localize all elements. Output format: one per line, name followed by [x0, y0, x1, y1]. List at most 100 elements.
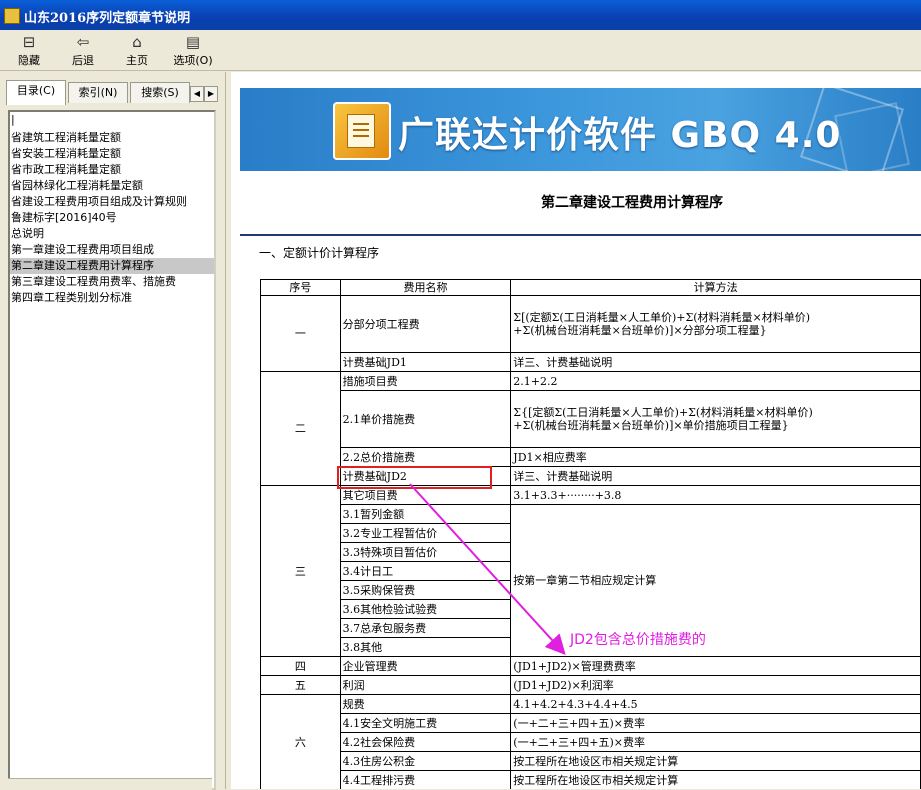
fee-name: 计费基础JD2	[339, 466, 512, 486]
table-row: 计费基础JD2 详三、计费基础说明	[261, 466, 921, 486]
hide-label: 隐藏	[18, 54, 40, 67]
hide-button[interactable]: ⊟ 隐藏	[4, 32, 54, 70]
window-title: 山东2016序列定额章节说明	[24, 11, 191, 26]
back-arrow-icon: ⇦	[76, 33, 90, 51]
annotation-text: JD2包含总价措施费的	[570, 632, 706, 648]
table-row: 2.1单价措施费 Σ{[定额Σ(工日消耗量×人工单价)+Σ(材料消耗量×材料单价…	[261, 390, 921, 448]
tab-contents[interactable]: 目录(C)	[6, 80, 66, 105]
table-row: 4.4工程排污费 按工程所在地设区市相关规定计算	[261, 770, 921, 789]
tab-index[interactable]: 索引(N)	[68, 82, 128, 103]
table-row: 六 规费 4.1+4.2+4.3+4.4+4.5	[260, 694, 921, 789]
options-button[interactable]: ▤ 选项(O)	[166, 32, 220, 70]
fee-name: 计费基础JD1	[339, 352, 512, 372]
toolbar: ⊟ 隐藏 ⇦ 后退 ⌂ 主页 ▤ 选项(O)	[0, 30, 921, 71]
calc-method: (JD1+JD2)×管理费费率	[510, 656, 921, 676]
column-header: 费用名称	[339, 279, 512, 296]
calc-method: (一+二+三+四+五)×费率	[510, 713, 921, 733]
column-header: 序号	[260, 279, 341, 296]
fee-name: 利润	[339, 675, 512, 695]
fee-name: 3.6其他检验试验费	[339, 599, 512, 619]
chapter-title: 第二章建设工程费用计算程序	[541, 195, 723, 211]
calc-method: 详三、计费基础说明	[510, 466, 921, 486]
section-heading: 一、定额计价计算程序	[259, 246, 380, 260]
fee-name: 企业管理费	[339, 656, 512, 676]
tab-scroll-right-icon[interactable]: ▶	[204, 86, 218, 102]
toc-item[interactable]: 第一章建设工程费用项目组成	[10, 242, 214, 258]
fee-name: 3.2专业工程暂估价	[339, 523, 512, 543]
calc-method: 按工程所在地设区市相关规定计算	[510, 770, 921, 789]
toc-item[interactable]: 第四章工程类别划分标准	[10, 290, 214, 306]
fee-name: 2.2总价措施费	[339, 447, 512, 467]
options-label: 选项(O)	[173, 54, 213, 67]
table-row: 计费基础JD1 详三、计费基础说明	[261, 352, 921, 372]
horizontal-scrollbar[interactable]	[8, 778, 212, 790]
toc-item-selected[interactable]: 第二章建设工程费用计算程序	[10, 258, 214, 274]
fee-name: 3.4计日工	[339, 561, 512, 581]
toc-item[interactable]: 省园林绿化工程消耗量定额	[10, 178, 214, 194]
table-row: 一 分部分项工程费 Σ[(定额Σ(工日消耗量×人工单价)+Σ(材料消耗量×材料单…	[260, 295, 921, 372]
row-number: 五	[260, 675, 341, 695]
toc-item[interactable]: 第三章建设工程费用费率、措施费	[10, 274, 214, 290]
calc-method: 3.1+3.3+········+3.8	[510, 485, 921, 505]
divider	[240, 234, 921, 236]
toc-item[interactable]: 鲁建标字[2016]40号	[10, 210, 214, 226]
toc-item[interactable]: 省市政工程消耗量定额	[10, 162, 214, 178]
table-row: 4.2社会保险费 (一+二+三+四+五)×费率	[261, 732, 921, 752]
home-label: 主页	[126, 54, 148, 67]
options-icon: ▤	[185, 33, 201, 51]
calc-method: (一+二+三+四+五)×费率	[510, 732, 921, 752]
tab-search[interactable]: 搜索(S)	[130, 82, 190, 103]
home-button[interactable]: ⌂ 主页	[112, 32, 162, 70]
fee-name: 其它项目费	[339, 485, 512, 505]
toc-item[interactable]: 总说明	[10, 226, 214, 242]
calc-method: 详三、计费基础说明	[510, 352, 921, 372]
fee-name: 4.1安全文明施工费	[339, 713, 512, 733]
fee-name: 4.3住房公积金	[339, 751, 512, 771]
calc-method-line: +Σ(机械台班消耗量×台班单价)]×单价措施项目工程量}	[513, 419, 789, 432]
row-number: 一	[260, 295, 341, 372]
banner-title: 广联达计价软件 GBQ 4.0	[398, 115, 842, 156]
calc-method: 按工程所在地设区市相关规定计算	[510, 751, 921, 771]
table-row: 2.2总价措施费 JD1×相应费率	[261, 447, 921, 467]
fee-name: 3.3特殊项目暂估价	[339, 542, 512, 562]
row-number: 二	[260, 371, 341, 486]
back-label: 后退	[72, 54, 94, 67]
toc-item[interactable]: 省安装工程消耗量定额	[10, 146, 214, 162]
calc-method-line: Σ[(定额Σ(工日消耗量×人工单价)+Σ(材料消耗量×材料单价)	[513, 311, 811, 324]
topic-content: 广联达计价软件 GBQ 4.0 第二章建设工程费用计算程序 一、定额计价计算程序…	[231, 72, 921, 789]
fee-name: 措施项目费	[339, 371, 512, 391]
fee-table: 序号 费用名称 计算方法 一 分部分项工程费 Σ[(定额Σ(工日消耗量×人工单价…	[260, 279, 921, 789]
fee-name: 3.1暂列金额	[339, 504, 512, 524]
row-number: 四	[260, 656, 341, 676]
calc-method: Σ{[定额Σ(工日消耗量×人工单价)+Σ(材料消耗量×材料单价) +Σ(机械台班消…	[510, 390, 921, 448]
calc-method-line: Σ{[定额Σ(工日消耗量×人工单价)+Σ(材料消耗量×材料单价)	[513, 406, 813, 419]
row-number: 六	[260, 694, 341, 789]
fee-name: 3.7总承包服务费	[339, 618, 512, 638]
toc-item[interactable]: |	[10, 112, 214, 128]
table-row: 3.1暂列金额 按第一章第二节相应规定计算	[261, 504, 921, 657]
table-row: 4.1安全文明施工费 (一+二+三+四+五)×费率	[261, 713, 921, 733]
contents-tree: | 省建筑工程消耗量定额 省安装工程消耗量定额 省市政工程消耗量定额 省园林绿化…	[8, 110, 216, 790]
window-titlebar: 山东2016序列定额章节说明	[0, 0, 921, 30]
table-row: 三 其它项目费 3.1+3.3+········+3.8	[260, 485, 921, 657]
toc-item[interactable]: 省建设工程费用项目组成及计算规则	[10, 194, 214, 210]
calc-method: 2.1+2.2	[510, 371, 921, 391]
navigation-pane: 目录(C) 索引(N) 搜索(S) ◀ ▶ | 省建筑工程消耗量定额 省安装工程…	[0, 72, 225, 790]
hide-pane-icon: ⊟	[22, 33, 36, 51]
fee-name: 分部分项工程费	[339, 295, 512, 353]
table-row: 五 利润 (JD1+JD2)×利润率	[260, 675, 921, 695]
help-app-icon	[4, 8, 20, 24]
fee-name: 3.5采购保管费	[339, 580, 512, 600]
notepad-logo-icon	[333, 102, 391, 160]
back-button[interactable]: ⇦ 后退	[58, 32, 108, 70]
table-header-row: 序号 费用名称 计算方法	[260, 279, 921, 296]
toc-item[interactable]: 省建筑工程消耗量定额	[10, 130, 214, 146]
product-banner: 广联达计价软件 GBQ 4.0	[240, 88, 921, 171]
calc-method-line: +Σ(机械台班消耗量×台班单价)]×分部分项工程量}	[513, 324, 767, 337]
fee-name: 2.1单价措施费	[339, 390, 512, 448]
row-number: 三	[260, 485, 341, 657]
table-row: 四 企业管理费 (JD1+JD2)×管理费费率	[260, 656, 921, 676]
fee-name: 4.4工程排污费	[339, 770, 512, 789]
fee-name: 4.2社会保险费	[339, 732, 512, 752]
tab-scroll-left-icon[interactable]: ◀	[190, 86, 204, 102]
